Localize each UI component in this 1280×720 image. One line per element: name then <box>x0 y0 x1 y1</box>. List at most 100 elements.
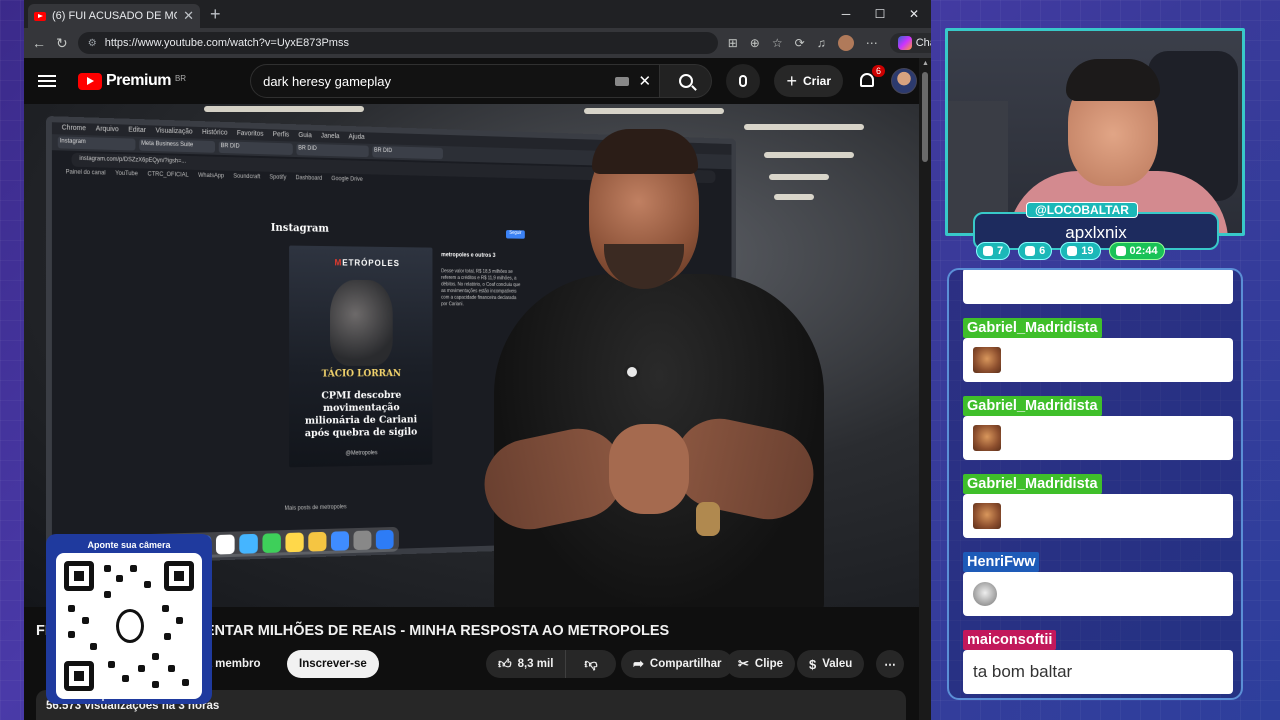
minimize-button[interactable]: ─ <box>829 7 863 21</box>
emote-face-icon <box>973 582 997 606</box>
youtube-header: Premium BR dark heresy gameplay ✕ + Cria… <box>24 58 931 104</box>
emote-face-icon <box>973 503 1001 529</box>
tab-bar: (6) FUI ACUSADO DE MOVIMENTA ✕ + ─ ☐ ✕ <box>24 0 931 28</box>
thumbs-down-icon: 👎︎ <box>584 656 598 671</box>
address-bar: ← ↻ ⚙ https://www.youtube.com/watch?v=Uy… <box>24 28 931 58</box>
youtube-logo[interactable]: Premium BR <box>78 72 186 90</box>
emote-face-icon <box>973 425 1001 451</box>
back-arrow-icon[interactable]: ← <box>32 35 46 51</box>
microphone-icon <box>739 75 748 87</box>
stream-subtitle: apxlxnix <box>1065 223 1127 242</box>
search-input[interactable]: dark heresy gameplay ✕ <box>250 64 661 98</box>
qr-top-text: Aponte sua câmera <box>87 540 171 550</box>
share-button[interactable]: ➦ Compartilhar <box>621 650 734 678</box>
new-tab-button[interactable]: + <box>210 4 221 25</box>
subscribe-button[interactable]: Inscrever-se <box>287 650 379 678</box>
emote-face-icon <box>973 347 1001 373</box>
qr-code <box>56 553 202 699</box>
instagram-title: Instagram <box>270 221 329 235</box>
chat-message: Gabriel_Madridista <box>963 396 1233 460</box>
create-button[interactable]: + Criar <box>774 65 843 97</box>
apps-icon[interactable]: ⊞ <box>728 36 738 50</box>
region-code: BR <box>174 74 187 83</box>
stat-chat: 7 <box>976 242 1011 260</box>
chat-username: maiconsoftii <box>963 630 1057 650</box>
youtube-play-icon <box>78 72 102 90</box>
chat-message-body: ta bom baltar <box>963 650 1233 694</box>
share-label: Compartilhar <box>649 658 722 670</box>
chat-message-body <box>963 494 1233 538</box>
close-window-button[interactable]: ✕ <box>897 7 931 21</box>
stream-chat: Gabriel_Madridista Gabriel_Madridista Ga… <box>947 268 1243 700</box>
keyboard-icon[interactable] <box>615 76 630 86</box>
fire-icon <box>1067 246 1078 256</box>
copilot-icon <box>897 36 912 50</box>
site-info-icon[interactable]: ⚙ <box>88 38 97 49</box>
chat-label: Chat <box>915 37 931 49</box>
reload-icon[interactable]: ↻ <box>56 35 68 52</box>
stat-video: 6 <box>1018 242 1053 260</box>
chat-username: Gabriel_Madridista <box>963 396 1102 416</box>
chat-message-body <box>963 338 1233 382</box>
subscribe-label: Inscrever-se <box>299 658 367 670</box>
post-handle: @Metropoles <box>345 450 378 457</box>
logo-text: Premium <box>106 72 171 89</box>
chat-message-body <box>963 416 1233 460</box>
chat-message-text: ta bom baltar <box>973 662 1073 681</box>
bell-icon <box>860 73 874 87</box>
thumbs-up-icon: 👍︎ <box>498 656 512 671</box>
page-scrollbar[interactable]: ▲ <box>919 58 931 720</box>
scroll-thumb[interactable] <box>922 72 928 162</box>
clock-icon <box>1115 246 1126 256</box>
video-icon <box>1025 246 1036 256</box>
instagram-post: METRÓPOLES TÁCIO LORRAN CPMI descobre mo… <box>289 245 433 468</box>
account-avatar[interactable] <box>891 68 917 94</box>
like-dislike-group: 👍︎ 8,3 mil 👎︎ <box>486 650 616 678</box>
chat-username: Gabriel_Madridista <box>963 318 1102 338</box>
more-actions-button[interactable]: ⋯ <box>876 650 904 678</box>
window-controls: ─ ☐ ✕ <box>829 7 931 21</box>
dislike-button[interactable]: 👎︎ <box>572 656 609 672</box>
extensions-icon[interactable]: ⟳ <box>795 36 805 50</box>
thanks-button[interactable]: $ Valeu <box>797 650 865 678</box>
plus-icon: + <box>786 70 797 91</box>
profile-avatar[interactable] <box>837 35 854 51</box>
search-icon <box>678 74 693 88</box>
more-icon: ⋯ <box>884 659 896 671</box>
clear-search-icon[interactable]: ✕ <box>639 72 652 90</box>
chat-username: HenriFww <box>963 552 1040 572</box>
voice-search-button[interactable] <box>726 64 761 98</box>
video-player[interactable]: Chrome Arquivo Editar Visualização Histórico… <box>24 104 919 607</box>
post-brand: METRÓPOLES <box>334 257 400 269</box>
more-options-icon[interactable]: ⋯ <box>866 36 878 50</box>
scissors-icon: ✂ <box>738 656 749 671</box>
post-name: TÁCIO LORRAN <box>321 368 402 380</box>
qr-center-logo-icon <box>116 609 144 643</box>
tab-close-icon[interactable]: ✕ <box>183 8 194 24</box>
chat-message-body <box>963 572 1233 616</box>
create-label: Criar <box>802 74 831 88</box>
zoom-icon[interactable]: ⊕ <box>750 36 760 50</box>
maximize-button[interactable]: ☐ <box>863 7 897 21</box>
chat-message: HenriFww <box>963 552 1233 616</box>
url-text: https://www.youtube.com/watch?v=UyxE873P… <box>104 37 349 49</box>
clip-label: Clipe <box>754 658 784 670</box>
thanks-icon: $ <box>809 656 817 672</box>
chat-message-partial <box>963 270 1233 304</box>
share-icon: ➦ <box>633 656 644 671</box>
menu-icon[interactable] <box>38 75 56 87</box>
chat-message: Gabriel_Madridista <box>963 474 1233 538</box>
collections-icon[interactable]: ♫ <box>817 36 826 50</box>
chat-message: Gabriel_Madridista <box>963 318 1233 382</box>
notifications-button[interactable]: 6 <box>857 65 885 91</box>
url-field[interactable]: ⚙ https://www.youtube.com/watch?v=UyxE87… <box>77 32 718 54</box>
qr-overlay: Aponte sua câmera tipa.rbstore.net <box>46 534 212 704</box>
search-button[interactable] <box>660 64 713 98</box>
like-button[interactable]: 👍︎ 8,3 mil <box>486 650 567 678</box>
copilot-chat-button[interactable]: Chat <box>889 33 931 53</box>
favorite-star-icon[interactable]: ☆ <box>772 36 783 50</box>
browser-tab[interactable]: (6) FUI ACUSADO DE MOVIMENTA ✕ <box>28 4 200 28</box>
clip-button[interactable]: ✂ Clipe <box>726 650 796 678</box>
scroll-up-icon[interactable]: ▲ <box>922 60 929 67</box>
more-posts-label: Mais posts de metropoles <box>284 504 347 512</box>
